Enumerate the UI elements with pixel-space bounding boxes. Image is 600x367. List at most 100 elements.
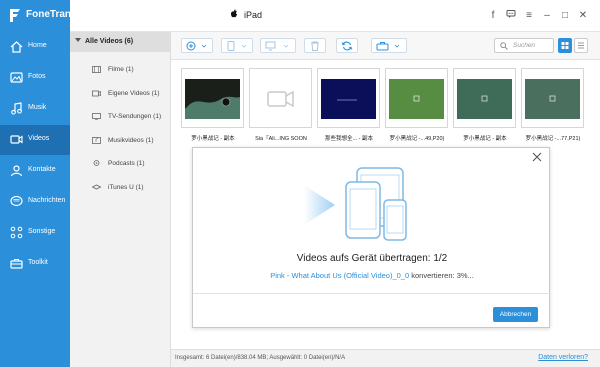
export-pc-button[interactable] — [260, 38, 296, 53]
sidebar-item-musik[interactable]: Musik — [0, 94, 70, 124]
sidebar-item-label: Musik — [28, 104, 47, 111]
film-icon — [92, 66, 101, 73]
computer-export-icon — [265, 41, 289, 51]
list-view-button[interactable] — [574, 38, 588, 53]
sidebar-item-sonstige[interactable]: Sonstige — [0, 218, 70, 248]
video-thumbnail[interactable] — [181, 68, 244, 128]
category-tv-sendungen[interactable]: TV-Sendungen (1) — [70, 105, 170, 129]
video-thumbnail-image — [185, 72, 240, 126]
minimize-icon[interactable]: – — [538, 8, 556, 24]
trash-icon — [311, 41, 319, 51]
device-selector[interactable]: iPad — [230, 9, 262, 20]
video-thumbnail[interactable] — [453, 68, 516, 128]
music-icon — [11, 102, 22, 115]
toolkit-icon — [10, 259, 23, 269]
dialog-status: Pink - What About Us (Official Video)_0_… — [193, 271, 551, 280]
sidebar-item-label: Toolkit — [28, 259, 48, 266]
category-list: Alle Videos (6) Filme (1) Eigene Videos … — [70, 32, 171, 367]
messages-icon — [10, 195, 23, 207]
status-bar: Insgesamt: 6 Datei(en)/838.04 MB; Ausgew… — [171, 349, 600, 367]
conversion-progress: konvertieren: 3%... — [409, 271, 474, 280]
search-icon — [500, 42, 508, 50]
music-video-icon — [92, 136, 101, 144]
close-icon[interactable]: ✕ — [574, 8, 592, 24]
sidebar-item-label: Kontakte — [28, 166, 56, 173]
category-eigene-videos[interactable]: Eigene Videos (1) — [70, 82, 170, 106]
logo-area: FoneTrans — [0, 0, 77, 32]
current-file-name: Pink - What About Us (Official Video)_0_… — [270, 271, 410, 280]
refresh-button[interactable] — [336, 38, 358, 53]
video-title: 那些我想全... - 副本 — [325, 136, 373, 142]
grid-view-button[interactable] — [558, 38, 572, 53]
podcast-icon — [93, 160, 100, 166]
fonetrans-logo-icon — [10, 9, 20, 22]
itunes-u-icon — [92, 184, 101, 189]
chevron-down-icon — [75, 38, 81, 42]
category-filme[interactable]: Filme (1) — [70, 58, 170, 82]
device-name: iPad — [244, 10, 263, 20]
close-icon[interactable] — [531, 151, 543, 163]
device-export-icon — [227, 41, 247, 51]
add-icon — [186, 41, 207, 51]
video-thumbnail[interactable] — [521, 68, 584, 128]
sidebar-item-label: Videos — [28, 135, 50, 142]
category-all-videos[interactable]: Alle Videos (6) — [70, 32, 170, 52]
photo-icon — [10, 72, 23, 83]
menu-icon[interactable]: ≡ — [520, 8, 538, 24]
sidebar-item-label: Home — [28, 42, 47, 49]
sidebar-item-label: Sonstige — [28, 228, 56, 235]
toolbox-icon — [376, 42, 400, 51]
grid-icon — [561, 42, 569, 49]
data-lost-link[interactable]: Daten verloren? — [538, 354, 588, 361]
home-icon — [10, 41, 23, 53]
category-itunes-u[interactable]: iTunes U (1) — [70, 176, 170, 200]
status-text: Insgesamt: 6 Datei(en)/838.04 MB; Ausgew… — [175, 355, 346, 361]
home-video-icon — [92, 90, 101, 96]
list-icon — [578, 42, 584, 49]
toolbar: Suchen — [171, 32, 600, 60]
delete-button[interactable] — [304, 38, 326, 53]
toolbox-button[interactable] — [371, 38, 407, 53]
video-thumbnail-image — [389, 72, 444, 126]
video-placeholder-icon — [253, 72, 308, 126]
sidebar-item-fotos[interactable]: Fotos — [0, 63, 70, 93]
category-podcasts[interactable]: Podcasts (1) — [70, 152, 170, 176]
category-musikvideos[interactable]: Musikvideos (1) — [70, 129, 170, 153]
tv-icon — [92, 113, 101, 120]
sidebar-item-toolkit[interactable]: Toolkit — [0, 249, 70, 279]
title-bar: FoneTrans iPad f ≡ – □ ✕ — [0, 0, 600, 32]
contacts-icon — [10, 165, 23, 177]
video-title: 罗小黑战记 - 副本 — [463, 136, 507, 142]
facebook-icon[interactable]: f — [484, 8, 502, 24]
sidebar-item-videos[interactable]: Videos — [0, 125, 70, 155]
sidebar-item-home[interactable]: Home — [0, 32, 70, 62]
dialog-divider — [193, 293, 551, 294]
video-title: 罗小黑战记 -...77,P21) — [525, 136, 581, 142]
dialog-title: Videos aufs Gerät übertragen: 1/2 — [296, 253, 448, 264]
export-device-button[interactable] — [221, 38, 253, 53]
apple-icon — [230, 9, 237, 18]
video-thumbnail-image — [457, 72, 512, 126]
ios-devices-icon — [345, 167, 407, 241]
sidebar-item-label: Fotos — [28, 73, 46, 80]
cancel-button[interactable]: Abbrechen — [493, 307, 538, 322]
refresh-icon — [341, 41, 353, 51]
app-name: FoneTrans — [26, 9, 77, 20]
sidebar-item-nachrichten[interactable]: Nachrichten — [0, 187, 70, 217]
sidebar: Home Fotos Musik Videos Kontakte Nachric… — [0, 32, 70, 367]
maximize-icon[interactable]: □ — [556, 8, 574, 24]
message-icon[interactable] — [502, 8, 520, 24]
video-icon — [10, 135, 23, 144]
add-button[interactable] — [181, 38, 213, 53]
search-input[interactable]: Suchen — [494, 38, 554, 53]
sidebar-item-label: Nachrichten — [28, 197, 66, 204]
video-thumbnail-image — [525, 72, 580, 126]
transfer-arrow-icon — [304, 185, 335, 225]
search-placeholder: Suchen — [513, 42, 536, 49]
video-title: 罗小黑战记 - 副本 — [191, 136, 235, 142]
video-thumbnail[interactable] — [317, 68, 380, 128]
video-thumbnail[interactable] — [249, 68, 312, 128]
window-controls: f ≡ – □ ✕ — [484, 8, 592, 24]
video-thumbnail[interactable] — [385, 68, 448, 128]
sidebar-item-kontakte[interactable]: Kontakte — [0, 156, 70, 186]
